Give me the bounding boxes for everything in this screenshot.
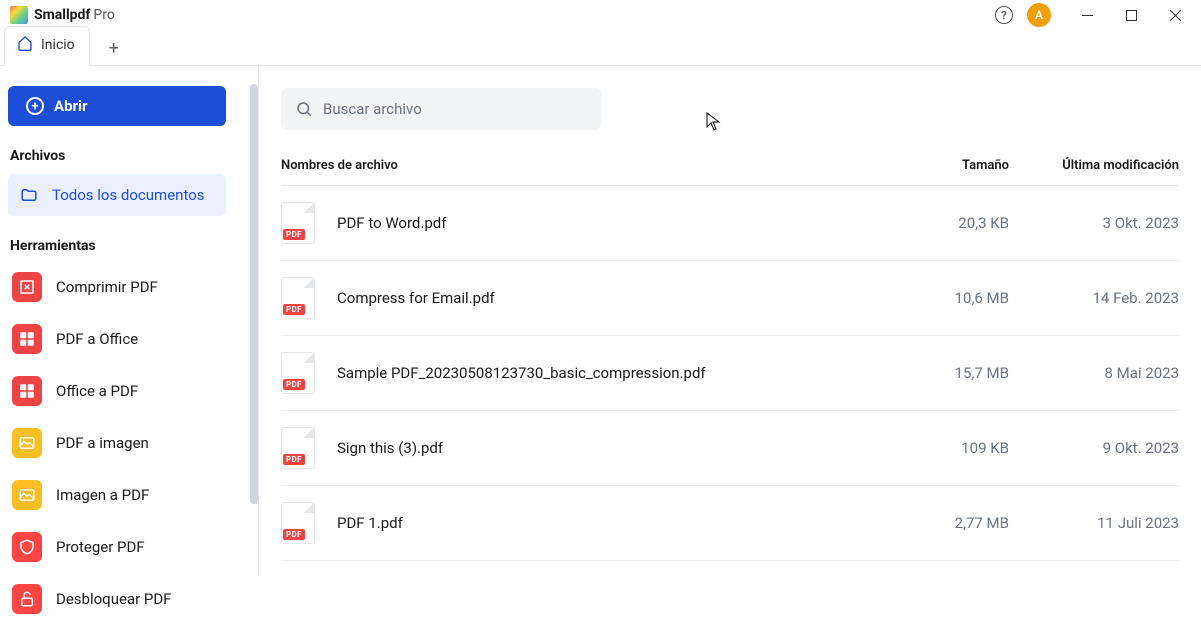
main-panel: Nombres de archivo Tamaño Última modific… — [258, 66, 1201, 576]
tool-label: Office a PDF — [56, 382, 138, 400]
app-tier: Pro — [93, 7, 114, 23]
sidebar-item-all-documents[interactable]: Todos los documentos — [8, 174, 226, 216]
search-box[interactable] — [281, 88, 601, 130]
tab-home[interactable]: Inicio — [4, 26, 90, 66]
image-icon — [12, 480, 42, 510]
table-row[interactable]: PDF Compress for Email.pdf10,6 MB14 Feb. … — [281, 261, 1179, 336]
file-size: 109 KB — [909, 439, 1029, 457]
compress-icon — [12, 272, 42, 302]
file-date: 8 Mai 2023 — [1029, 364, 1179, 382]
file-name: PDF to Word.pdf — [337, 214, 909, 232]
close-button[interactable] — [1153, 0, 1197, 30]
avatar[interactable]: A — [1027, 3, 1051, 27]
office-to-pdf-icon — [12, 376, 42, 406]
image-icon — [12, 428, 42, 458]
tool-label: Comprimir PDF — [56, 278, 158, 296]
file-date: 11 Juli 2023 — [1029, 514, 1179, 532]
new-tab-button[interactable]: + — [100, 38, 128, 65]
maximize-button[interactable] — [1109, 0, 1153, 30]
app-name: Smallpdf — [34, 7, 90, 23]
minimize-button[interactable] — [1065, 0, 1109, 30]
header-filename[interactable]: Nombres de archivo — [281, 158, 909, 173]
home-icon — [17, 35, 33, 55]
table-row[interactable]: PDF Sign this (3).pdf109 KB9 Okt. 2023 — [281, 411, 1179, 486]
file-name: Sample PDF_20230508123730_basic_compress… — [337, 364, 909, 382]
tool-unlock-pdf[interactable]: Desbloquear PDF — [8, 576, 250, 622]
tool-compress-pdf[interactable]: Comprimir PDF — [8, 264, 250, 310]
table-row[interactable]: PDF PDF to Word.pdf20,3 KB3 Okt. 2023 — [281, 186, 1179, 261]
header-size[interactable]: Tamaño — [909, 158, 1029, 173]
tools-section-title: Herramientas — [10, 238, 250, 254]
tabbar: Inicio + — [0, 30, 1201, 66]
tool-label: Proteger PDF — [56, 538, 145, 556]
tool-label: PDF a Office — [56, 330, 138, 348]
app-logo-icon — [10, 6, 28, 24]
pdf-file-icon: PDF — [281, 202, 315, 244]
sidebar-item-label: Todos los documentos — [52, 186, 205, 204]
tool-pdf-to-image[interactable]: PDF a imagen — [8, 420, 250, 466]
file-size: 15,7 MB — [909, 364, 1029, 382]
tool-label: Imagen a PDF — [56, 486, 149, 504]
file-size: 2,77 MB — [909, 514, 1029, 532]
unlock-icon — [12, 584, 42, 614]
file-date: 3 Okt. 2023 — [1029, 214, 1179, 232]
plus-circle-icon: + — [26, 97, 44, 115]
search-icon — [295, 100, 313, 118]
file-name: Compress for Email.pdf — [337, 289, 909, 307]
tool-protect-pdf[interactable]: Proteger PDF — [8, 524, 250, 570]
table-row[interactable]: PDF PDF 1.pdf2,77 MB11 Juli 2023 — [281, 486, 1179, 561]
pdf-file-icon: PDF — [281, 502, 315, 544]
shield-icon — [12, 532, 42, 562]
file-date: 14 Feb. 2023 — [1029, 289, 1179, 307]
pdf-file-icon: PDF — [281, 277, 315, 319]
tool-image-to-pdf[interactable]: Imagen a PDF — [8, 472, 250, 518]
file-name: PDF 1.pdf — [337, 514, 909, 532]
scrollbar-thumb[interactable] — [250, 84, 258, 504]
open-label: Abrir — [54, 97, 87, 115]
table-header: Nombres de archivo Tamaño Última modific… — [281, 130, 1179, 186]
help-icon[interactable]: ? — [995, 6, 1013, 24]
pdf-file-icon: PDF — [281, 427, 315, 469]
tool-label: Desbloquear PDF — [56, 590, 171, 608]
table-row[interactable]: PDF Sample PDF_20230508123730_basic_compr… — [281, 336, 1179, 411]
file-size: 10,6 MB — [909, 289, 1029, 307]
pdf-to-office-icon — [12, 324, 42, 354]
file-name: Sign this (3).pdf — [337, 439, 909, 457]
tool-pdf-to-office[interactable]: PDF a Office — [8, 316, 250, 362]
file-size: 20,3 KB — [909, 214, 1029, 232]
sidebar: + Abrir Archivos Todos los documentos He… — [0, 66, 258, 576]
archives-section-title: Archivos — [10, 148, 250, 164]
pdf-file-icon: PDF — [281, 352, 315, 394]
tool-office-to-pdf[interactable]: Office a PDF — [8, 368, 250, 414]
tab-label: Inicio — [41, 37, 75, 53]
file-date: 9 Okt. 2023 — [1029, 439, 1179, 457]
titlebar: Smallpdf Pro ? A — [0, 0, 1201, 30]
search-input[interactable] — [323, 100, 587, 118]
folder-icon — [20, 186, 38, 204]
header-date[interactable]: Última modificación — [1029, 158, 1179, 173]
open-button[interactable]: + Abrir — [8, 86, 226, 126]
tool-label: PDF a imagen — [56, 434, 149, 452]
